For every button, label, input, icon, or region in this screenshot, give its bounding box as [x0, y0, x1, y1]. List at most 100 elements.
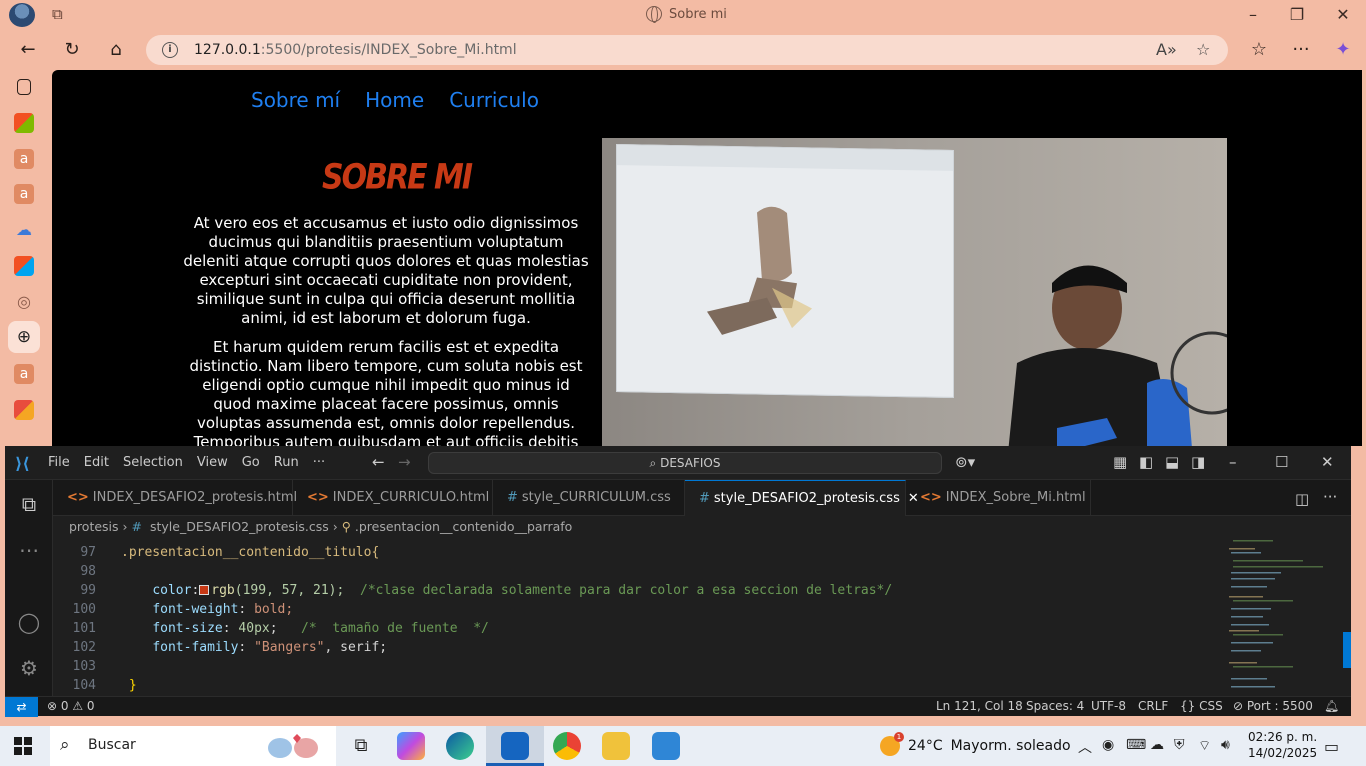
restore-button[interactable]: ❐ [1282, 3, 1312, 27]
more-menu-icon[interactable]: ··· [1288, 38, 1314, 62]
tab-style-curriculum[interactable]: # style_CURRICULUM.css [493, 480, 685, 516]
page-title: SOBRE MI [322, 157, 473, 198]
minimize-button[interactable]: – [1238, 3, 1268, 27]
office-apps-icon[interactable] [14, 400, 34, 420]
address-bar[interactable]: i 127.0.0.1:5500/protesis/INDEX_Sobre_Mi… [146, 35, 1228, 65]
vscode-close-button[interactable]: ✕ [1321, 453, 1334, 471]
back-button[interactable]: ← [15, 38, 41, 62]
code-line-98: 98 [80, 564, 96, 579]
code-line-97: 97 .presentacion__contenido__titulo{ [80, 545, 380, 560]
code-editor[interactable]: 97 .presentacion__contenido__titulo{ 98 9… [53, 538, 1223, 696]
chrome-app-icon[interactable] [553, 732, 581, 760]
breadcrumb-symbol[interactable]: .presentacion__contenido__parrafo [355, 519, 572, 534]
read-aloud-icon[interactable]: A» [1156, 40, 1177, 59]
app-a2-icon[interactable]: a [14, 184, 34, 204]
app-a-icon[interactable]: a [14, 149, 34, 169]
notifications-icon[interactable]: ▭ [1324, 737, 1339, 756]
command-center-search[interactable]: ⌕ DESAFIOS [428, 452, 942, 474]
site-info-icon[interactable]: i [162, 42, 178, 58]
photos-app-icon[interactable] [652, 732, 680, 760]
home-button[interactable]: ⌂ [103, 38, 129, 62]
nav-link-sobre-mi[interactable]: Sobre mí [251, 88, 340, 112]
profile-avatar[interactable] [9, 3, 35, 27]
sunny-weather-icon: 1 [880, 732, 904, 756]
web-globe-icon[interactable]: ⊕ [14, 327, 34, 347]
close-button[interactable]: ✕ [1328, 3, 1358, 27]
menu-more[interactable]: ··· [313, 455, 333, 470]
copilot-icon[interactable]: ⊚▾ [955, 453, 975, 471]
nav-link-curriculo[interactable]: Curriculo [449, 88, 539, 112]
menu-file[interactable]: File [48, 455, 78, 470]
microsoft-icon[interactable] [14, 256, 34, 276]
menu-run[interactable]: Run [274, 455, 307, 470]
wifi-icon[interactable]: ⌔ [1198, 737, 1211, 755]
task-view-icon[interactable]: ⧉ [347, 732, 375, 760]
toggle-panel-icon[interactable]: ⬓ [1165, 453, 1179, 471]
system-clock[interactable]: 02:26 p. m. 14/02/2025 [1248, 729, 1317, 761]
settings-circle-icon[interactable]: ◎ [14, 292, 34, 312]
remote-indicator-icon[interactable]: ⇄ [5, 697, 38, 717]
tab-index-desafio2[interactable]: <> INDEX_DESAFIO2_protesis.html [53, 480, 297, 516]
ime-icon[interactable]: ⌨ [1126, 737, 1146, 753]
show-hidden-icons-icon[interactable]: ︿ [1078, 737, 1092, 757]
breadcrumb-file[interactable]: style_DESAFIO2_protesis.css [150, 519, 329, 534]
vscode-app-icon[interactable] [501, 732, 529, 760]
taskbar-search[interactable]: ⌕ Buscar [50, 726, 336, 766]
menu-selection[interactable]: Selection [123, 455, 191, 470]
split-editor-icon[interactable]: ◫ [1295, 490, 1309, 508]
color-swatch[interactable] [199, 585, 210, 595]
account-icon[interactable]: ◯ [17, 610, 41, 634]
more-views-icon[interactable]: ⋯ [17, 538, 41, 562]
tab-index-sobre-mi[interactable]: <> INDEX_Sobre_Mi.html [906, 480, 1091, 516]
weather-widget[interactable]: 1 24°C Mayorm. soleado [880, 732, 1071, 756]
problems-indicator[interactable]: ⊗ 0 ⚠ 0 [47, 699, 95, 713]
nav-link-home[interactable]: Home [365, 88, 424, 112]
editor-more-icon[interactable]: ··· [1323, 488, 1337, 506]
encoding[interactable]: UTF-8 [1091, 699, 1126, 713]
edge-app-icon[interactable] [446, 732, 474, 760]
office-icon[interactable] [14, 113, 34, 133]
reload-button[interactable]: ↻ [59, 38, 85, 62]
layout-customize-icon[interactable]: ▦ [1113, 453, 1127, 471]
favorites-icon[interactable]: ☆ [1246, 38, 1272, 62]
language-mode[interactable]: {} CSS [1180, 699, 1223, 713]
tab-style-desafio2[interactable]: # style_DESAFIO2_protesis.css ✕ [685, 480, 919, 516]
notifications-bell-icon[interactable]: 🔔︎ [1324, 699, 1339, 713]
html-file-icon: <> [67, 490, 89, 505]
toggle-sidebar-icon[interactable]: ◧ [1139, 453, 1153, 471]
minimap[interactable] [1225, 538, 1337, 696]
css-file-icon: # [699, 491, 710, 506]
url-text[interactable]: 127.0.0.1:5500/protesis/INDEX_Sobre_Mi.h… [194, 42, 517, 58]
tab-index-curriculo[interactable]: <> INDEX_CURRICULO.html [293, 480, 493, 516]
copilot-icon[interactable]: ✦ [1330, 38, 1356, 62]
live-server-port[interactable]: ⊘ Port : 5500 [1233, 699, 1313, 713]
menu-view[interactable]: View [197, 455, 236, 470]
record-icon[interactable]: ◉ [1102, 737, 1114, 753]
volume-icon[interactable]: 🔊︎ [1221, 737, 1230, 753]
vscode-minimize-button[interactable]: – [1229, 453, 1237, 471]
tab-actions-icon[interactable]: ⧉ [52, 5, 72, 23]
menu-go[interactable]: Go [242, 455, 268, 470]
menu-edit[interactable]: Edit [84, 455, 117, 470]
nav-forward-icon[interactable]: → [398, 453, 411, 471]
manage-gear-icon[interactable]: ⚙ [17, 656, 41, 680]
security-shield-icon[interactable]: ⛨ [1174, 737, 1185, 753]
cloud-icon[interactable]: ☁ [1150, 737, 1164, 753]
nav-back-icon[interactable]: ← [372, 453, 385, 471]
tab-list-icon[interactable] [17, 79, 31, 95]
copilot-app-icon[interactable] [397, 732, 425, 760]
line-ending[interactable]: CRLF [1138, 699, 1168, 713]
toggle-secondary-sidebar-icon[interactable]: ◨ [1191, 453, 1205, 471]
explorer-icon[interactable]: ⧉ [17, 492, 41, 516]
cursor-position[interactable]: Ln 121, Col 18 [936, 699, 1023, 713]
onedrive-icon[interactable]: ☁ [14, 220, 34, 240]
windows-start-icon[interactable] [14, 737, 32, 755]
indentation[interactable]: Spaces: 4 [1026, 699, 1084, 713]
editor-scrollbar-thumb[interactable] [1343, 632, 1351, 668]
app-a3-icon[interactable]: a [14, 364, 34, 384]
favorite-star-icon[interactable]: ☆ [1196, 40, 1210, 59]
breadcrumb-folder[interactable]: protesis [69, 519, 119, 534]
taskbar: ⌕ Buscar ⧉ 1 24°C Mayorm. soleado ︿ ◉ ⌨ … [0, 726, 1366, 766]
vscode-maximize-button[interactable]: ☐ [1275, 453, 1288, 471]
file-explorer-icon[interactable] [602, 732, 630, 760]
